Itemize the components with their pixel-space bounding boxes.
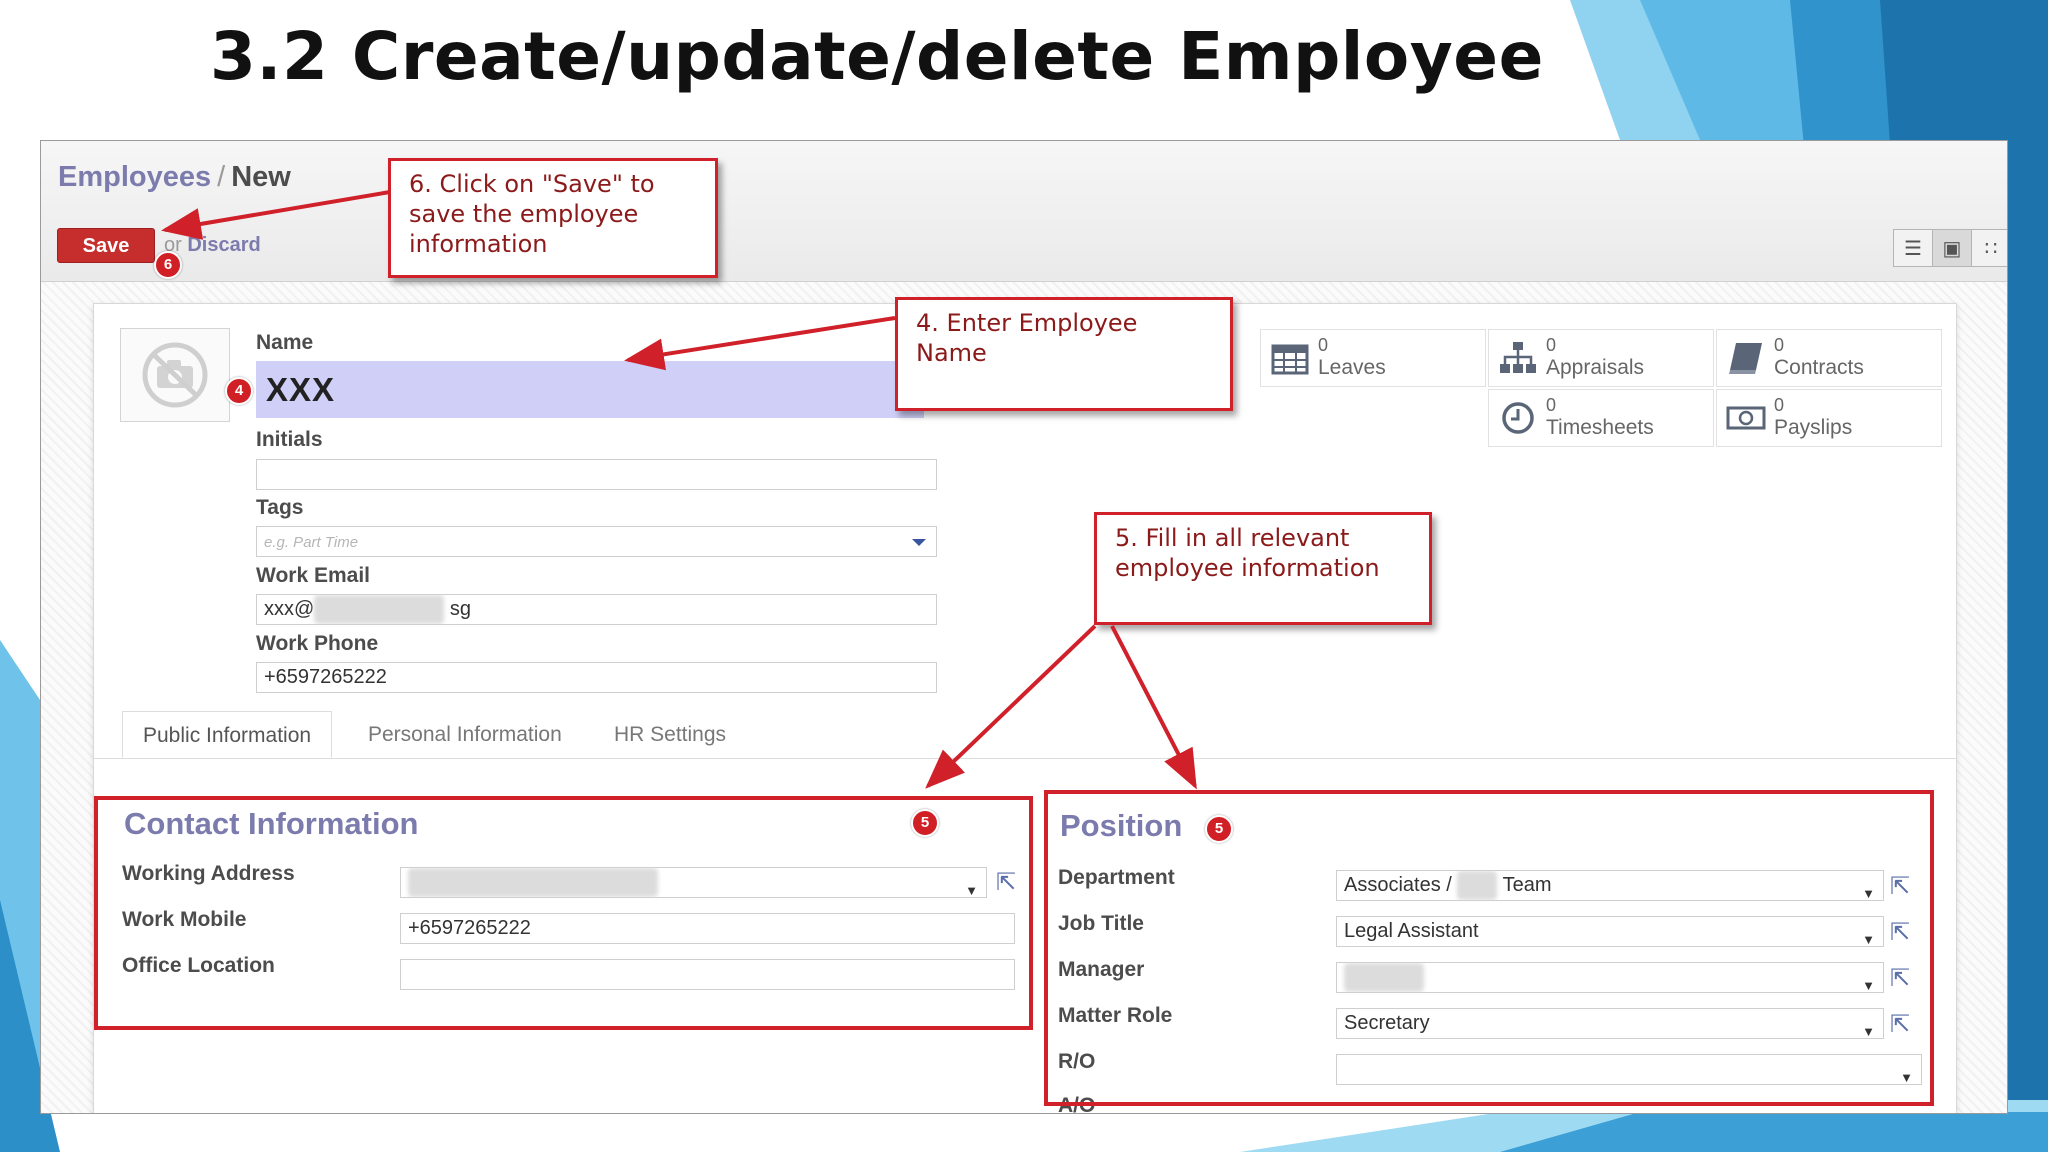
contact-info-highlight — [94, 796, 1033, 1030]
step-badge-save: 6 — [154, 251, 182, 279]
work-phone-label: Work Phone — [256, 632, 379, 655]
step-badge-position: 5 — [1205, 815, 1233, 843]
leaves-count: 0 — [1318, 335, 1329, 355]
contracts-label: Contracts — [1774, 356, 1864, 379]
appraisals-button[interactable]: 0 Appraisals — [1488, 329, 1714, 387]
breadcrumb-current: New — [231, 161, 291, 193]
money-icon — [1726, 400, 1766, 436]
notebook-tabs: Public Information Personal Information … — [94, 711, 1956, 759]
tab-hr-settings[interactable]: HR Settings — [594, 711, 746, 758]
work-email-input[interactable]: xxx@xxxxxxxxxxxxx sg — [256, 594, 937, 625]
breadcrumb: Employees / New — [58, 161, 291, 194]
payslips-count: 0 — [1774, 395, 1785, 415]
callout-enter-name: 4. Enter Employee Name — [895, 297, 1233, 411]
step-badge-contact: 5 — [911, 809, 939, 837]
breadcrumb-separator: / — [217, 161, 226, 193]
save-button[interactable]: Save — [57, 228, 155, 263]
discard-area: or Discard — [164, 234, 261, 257]
timesheets-button[interactable]: 0 Timesheets — [1488, 389, 1714, 447]
calendar-icon — [1270, 340, 1310, 376]
tab-public-information[interactable]: Public Information — [122, 711, 333, 758]
name-label: Name — [256, 331, 314, 354]
tags-label: Tags — [256, 496, 304, 519]
work-email-suffix: sg — [449, 598, 471, 620]
view-switcher: ☰ ▣ ∷ — [1893, 229, 2007, 267]
work-email-label: Work Email — [256, 564, 370, 587]
control-panel: Employees / New Save or Discard ☰ ▣ ∷ — [41, 141, 2007, 282]
list-view-icon[interactable]: ☰ — [1893, 229, 1933, 267]
callout-fill-info: 5. Fill in all relevant employee informa… — [1094, 512, 1432, 625]
discard-link[interactable]: Discard — [187, 234, 260, 256]
appraisals-count: 0 — [1546, 335, 1557, 355]
breadcrumb-employees-link[interactable]: Employees — [58, 161, 211, 193]
tab-personal-information[interactable]: Personal Information — [348, 711, 582, 758]
employee-name-input[interactable]: XXX — [256, 361, 924, 418]
stat-buttons: 0 Leaves 0 Appraisals 0 Contracts 0 Time… — [1260, 329, 1943, 449]
payslips-button[interactable]: 0 Payslips — [1716, 389, 1942, 447]
work-email-prefix: xxx@ — [264, 598, 315, 620]
book-icon — [1726, 340, 1766, 376]
position-highlight — [1044, 790, 1934, 1106]
clock-icon — [1498, 400, 1538, 436]
chevron-down-icon[interactable] — [912, 539, 926, 546]
payslips-label: Payslips — [1774, 416, 1853, 439]
tags-input[interactable]: e.g. Part Time — [256, 526, 937, 557]
leaves-label: Leaves — [1318, 356, 1386, 379]
appraisals-label: Appraisals — [1546, 356, 1645, 379]
contracts-count: 0 — [1774, 335, 1785, 355]
step-badge-name: 4 — [225, 377, 253, 405]
leaves-button[interactable]: 0 Leaves — [1260, 329, 1486, 387]
redacted-text: xxxxxxxxxxxxx — [314, 595, 445, 624]
work-phone-input[interactable]: +6597265222 — [256, 662, 937, 693]
no-camera-icon — [142, 342, 208, 408]
timesheets-label: Timesheets — [1546, 416, 1654, 439]
initials-label: Initials — [256, 428, 323, 451]
callout-save: 6. Click on "Save" to save the employee … — [388, 158, 718, 278]
form-view-icon[interactable]: ▣ — [1932, 229, 1972, 267]
employee-photo[interactable] — [120, 328, 230, 422]
org-chart-icon — [1498, 340, 1538, 376]
contracts-button[interactable]: 0 Contracts — [1716, 329, 1942, 387]
tags-placeholder: e.g. Part Time — [264, 534, 359, 551]
kanban-view-icon[interactable]: ∷ — [1971, 229, 2007, 267]
initials-input[interactable] — [256, 459, 937, 490]
timesheets-count: 0 — [1546, 395, 1557, 415]
slide-title: 3.2 Create/update/delete Employee — [210, 18, 1544, 95]
